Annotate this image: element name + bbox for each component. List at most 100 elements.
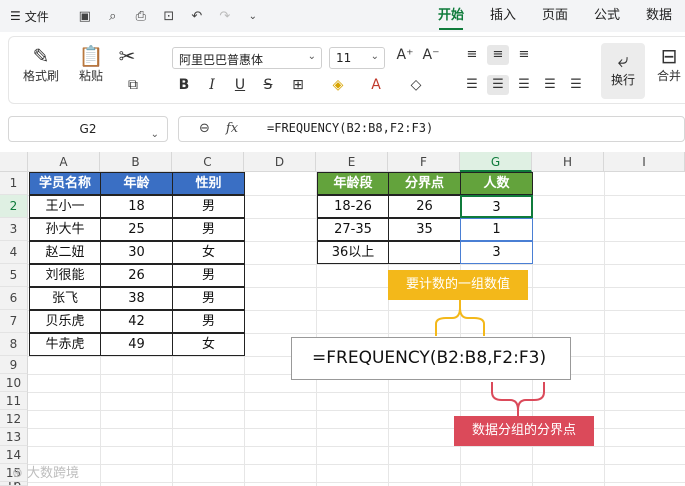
table-cell[interactable]: 35	[388, 218, 461, 241]
merge-button[interactable]: ⊟ 合并	[649, 45, 685, 84]
align-bottom-icon[interactable]: ≡	[513, 45, 535, 65]
align-center-icon[interactable]: ☰	[487, 75, 509, 95]
table-cell[interactable]: 女	[172, 333, 245, 356]
tab-page[interactable]: 页面	[529, 0, 581, 32]
redo-icon[interactable]: ↷	[217, 9, 233, 24]
fx-icon[interactable]: fx	[226, 121, 238, 136]
table-cell[interactable]	[388, 241, 461, 264]
table-cell[interactable]: 孙大牛	[29, 218, 101, 241]
column-header-a[interactable]: A	[28, 152, 100, 172]
file-menu[interactable]: ☰ 文件	[0, 8, 49, 25]
table-cell[interactable]: 25	[100, 218, 173, 241]
wrap-text-button[interactable]: ⤶ 换行	[601, 43, 645, 99]
format-painter-button[interactable]: ✎ 格式刷	[21, 45, 61, 84]
row-header-7[interactable]: 7	[0, 310, 28, 333]
fill-color-icon[interactable]: ◈	[329, 77, 347, 93]
print-icon[interactable]: ⎙	[133, 9, 149, 24]
table-cell[interactable]: 男	[172, 310, 245, 333]
table-cell[interactable]: 30	[100, 241, 173, 264]
undo-icon[interactable]: ↶	[189, 9, 205, 24]
align-top-icon[interactable]: ≡	[487, 45, 509, 65]
border-icon[interactable]: ⊞	[289, 77, 307, 93]
column-header-f[interactable]: F	[388, 152, 460, 172]
row-header-16[interactable]: 16	[0, 482, 28, 486]
table1-header-name[interactable]: 学员名称	[29, 172, 101, 195]
table-cell[interactable]: 王小一	[29, 195, 101, 218]
table-cell[interactable]: 27-35	[317, 218, 389, 241]
column-header-i[interactable]: I	[604, 152, 685, 172]
row-header-9[interactable]: 9	[0, 356, 28, 374]
cut-button[interactable]: ✂	[115, 45, 139, 67]
underline-icon[interactable]: U	[231, 77, 249, 93]
row-header-8[interactable]: 8	[0, 333, 28, 356]
column-header-b[interactable]: B	[100, 152, 172, 172]
font-color-icon[interactable]: A	[367, 77, 385, 93]
row-header-10[interactable]: 10	[0, 374, 28, 392]
table-cell[interactable]: 36以上	[317, 241, 389, 264]
row-header-13[interactable]: 13	[0, 428, 28, 446]
paste-button[interactable]: 📋 粘贴	[71, 45, 111, 84]
table-cell[interactable]: 38	[100, 287, 173, 310]
table-cell[interactable]: 42	[100, 310, 173, 333]
clear-format-icon[interactable]: ◇	[407, 77, 425, 93]
align-middle-icon[interactable]: ≡	[461, 45, 483, 65]
font-family-select[interactable]: 阿里巴巴普惠体 ⌄	[172, 47, 322, 69]
distributed-icon[interactable]: ☰	[565, 75, 587, 95]
table-cell[interactable]: 1	[460, 218, 533, 241]
font-size-select[interactable]: 11 ⌄	[329, 47, 385, 69]
selected-cell-g2[interactable]: 3	[460, 195, 533, 218]
table1-header-age[interactable]: 年龄	[100, 172, 173, 195]
table2-header-breakpoint[interactable]: 分界点	[388, 172, 461, 195]
save-icon[interactable]: ▣	[77, 9, 93, 24]
table-cell[interactable]: 男	[172, 195, 245, 218]
column-header-c[interactable]: C	[172, 152, 244, 172]
zoom-icon[interactable]: ⊖	[199, 121, 210, 136]
row-header-6[interactable]: 6	[0, 287, 28, 310]
table-cell[interactable]: 男	[172, 287, 245, 310]
formula-input[interactable]: ⊖ fx =FREQUENCY(B2:B8,F2:F3)	[178, 116, 685, 142]
align-left-icon[interactable]: ☰	[461, 75, 483, 95]
print-preview-icon[interactable]: ⊡	[161, 9, 177, 24]
column-header-e[interactable]: E	[316, 152, 388, 172]
table-cell[interactable]: 49	[100, 333, 173, 356]
table-cell[interactable]: 18	[100, 195, 173, 218]
table-cell[interactable]: 男	[172, 264, 245, 287]
select-all-corner[interactable]	[0, 152, 28, 172]
table-cell[interactable]: 赵二妞	[29, 241, 101, 264]
align-right-icon[interactable]: ☰	[513, 75, 535, 95]
row-header-5[interactable]: 5	[0, 264, 28, 287]
table-cell[interactable]: 26	[388, 195, 461, 218]
row-header-4[interactable]: 4	[0, 241, 28, 264]
increase-font-icon[interactable]: A⁺	[395, 47, 415, 63]
tab-home[interactable]: 开始	[425, 0, 477, 32]
table-cell[interactable]: 牛赤虎	[29, 333, 101, 356]
strikethrough-icon[interactable]: S	[259, 77, 277, 93]
table-cell[interactable]: 张飞	[29, 287, 101, 310]
row-header-3[interactable]: 3	[0, 218, 28, 241]
table2-header-count[interactable]: 人数	[460, 172, 533, 195]
table-cell[interactable]: 女	[172, 241, 245, 264]
row-header-1[interactable]: 1	[0, 172, 28, 195]
table-cell[interactable]: 3	[460, 241, 533, 264]
table-cell[interactable]: 男	[172, 218, 245, 241]
tab-data[interactable]: 数据	[633, 0, 685, 32]
bold-icon[interactable]: B	[175, 77, 193, 93]
decrease-font-icon[interactable]: A⁻	[421, 47, 441, 63]
table-cell[interactable]: 26	[100, 264, 173, 287]
justify-icon[interactable]: ☰	[539, 75, 561, 95]
column-header-d[interactable]: D	[244, 152, 316, 172]
italic-icon[interactable]: I	[203, 77, 221, 93]
export-icon[interactable]: ⌕	[105, 9, 121, 24]
column-header-h[interactable]: H	[532, 152, 604, 172]
table2-header-age-range[interactable]: 年龄段	[317, 172, 389, 195]
table-cell[interactable]: 贝乐虎	[29, 310, 101, 333]
column-header-g[interactable]: G	[460, 152, 532, 172]
row-header-12[interactable]: 12	[0, 410, 28, 428]
row-header-2[interactable]: 2	[0, 195, 28, 218]
table-cell[interactable]: 刘很能	[29, 264, 101, 287]
copy-button[interactable]: ⧉	[117, 77, 149, 93]
tab-formula[interactable]: 公式	[581, 0, 633, 32]
table1-header-gender[interactable]: 性别	[172, 172, 245, 195]
name-box[interactable]: G2 ⌄	[8, 116, 168, 142]
tab-insert[interactable]: 插入	[477, 0, 529, 32]
